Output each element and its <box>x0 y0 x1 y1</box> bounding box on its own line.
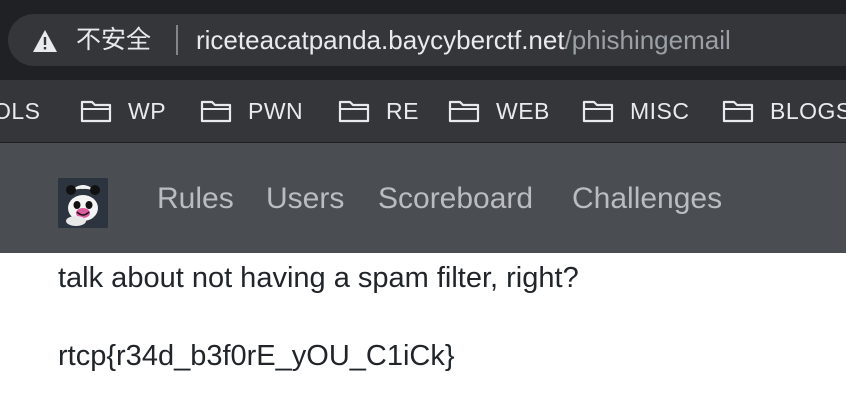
url-text[interactable]: riceteacatpanda.baycyberctf.net/phishing… <box>196 24 731 56</box>
url-path: /phishingemail <box>564 25 731 55</box>
bookmark-folder-pwn[interactable]: PWN <box>200 80 303 142</box>
folder-icon <box>338 100 370 123</box>
folder-icon <box>448 100 480 123</box>
folder-icon <box>80 100 112 123</box>
bookmark-label: PWN <box>248 97 304 124</box>
bookmark-label: BLOGS <box>770 97 846 124</box>
not-secure-label[interactable]: 不安全 <box>76 24 151 56</box>
bookmark-folder-wp[interactable]: WP <box>80 80 166 142</box>
bookmark-label: RE <box>386 97 419 124</box>
bookmark-tools[interactable]: OLS <box>0 80 41 142</box>
site-logo[interactable] <box>58 178 108 228</box>
panda-logo-icon <box>58 178 108 228</box>
folder-icon <box>200 100 232 123</box>
bookmark-folder-misc[interactable]: MISC <box>582 80 690 142</box>
email-text: talk about not having a spam filter, rig… <box>58 262 579 294</box>
bookmark-folder-re[interactable]: RE <box>338 80 419 142</box>
browser-toolbar: 不安全 riceteacatpanda.baycyberctf.net/phis… <box>0 0 846 80</box>
url-host: riceteacatpanda.baycyberctf.net <box>196 25 565 55</box>
address-bar[interactable]: 不安全 riceteacatpanda.baycyberctf.net/phis… <box>8 14 846 66</box>
nav-link-scoreboard[interactable]: Scoreboard <box>378 179 533 219</box>
bookmark-label: WP <box>128 97 167 124</box>
bookmark-folder-blogs[interactable]: BLOGS <box>722 80 846 142</box>
bookmark-folder-web[interactable]: WEB <box>448 80 550 142</box>
folder-icon <box>722 100 754 123</box>
bookmark-label: OLS <box>0 97 41 124</box>
site-navbar: Rules Users Scoreboard Challenges <box>0 143 846 253</box>
flag-text: rtcp{r34d_b3f0rE_yOU_C1iCk} <box>58 340 455 372</box>
warning-icon[interactable] <box>32 29 58 53</box>
bookmark-label: MISC <box>630 97 690 124</box>
nav-link-users[interactable]: Users <box>266 179 344 219</box>
bookmark-label: WEB <box>496 97 550 124</box>
nav-link-challenges[interactable]: Challenges <box>572 179 722 219</box>
nav-link-rules[interactable]: Rules <box>157 179 234 219</box>
bookmarks-bar: OLS WP PWN RE WEB MISC BLOGS <box>0 80 846 143</box>
folder-icon <box>582 100 614 123</box>
address-divider <box>176 25 178 55</box>
